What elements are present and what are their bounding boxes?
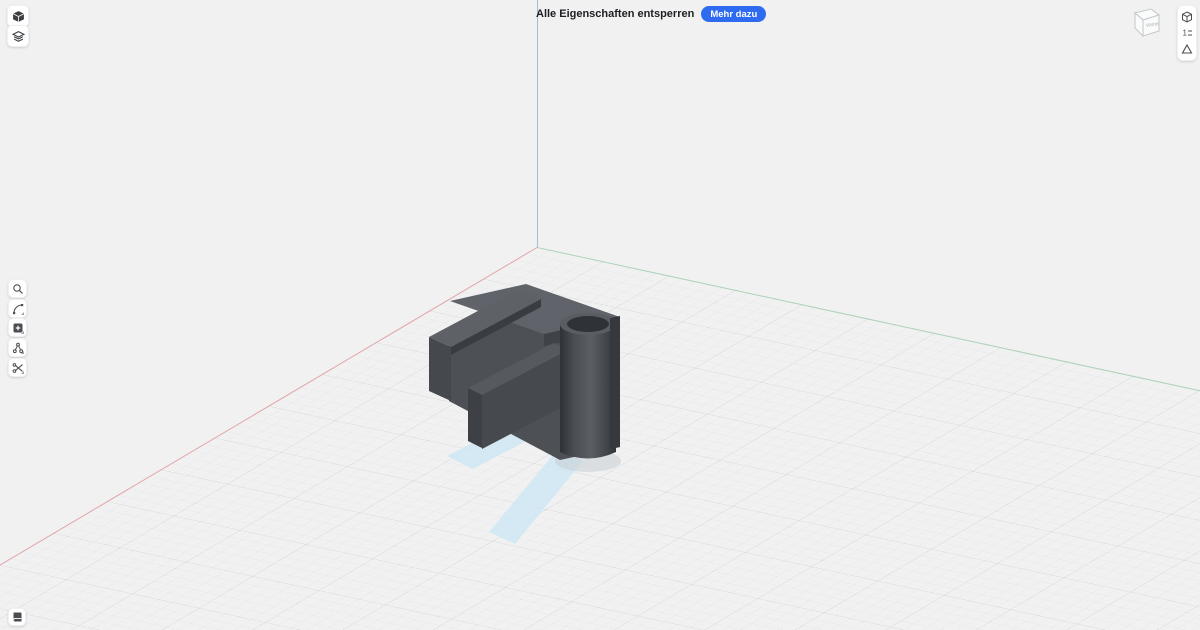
- split-tool-button[interactable]: [8, 358, 27, 377]
- cad-viewport-window: { "topbar": { "notice": "Alle Eigenschaf…: [0, 0, 1200, 630]
- layers-icon: [11, 30, 25, 42]
- submenu-caret-icon: [21, 312, 24, 315]
- submenu-caret-icon: [21, 331, 24, 334]
- submenu-caret-icon: [21, 351, 24, 354]
- app-menu-button[interactable]: [7, 5, 29, 27]
- model-viewport[interactable]: [0, 0, 1200, 630]
- submenu-caret-icon: [21, 371, 24, 374]
- hierarchy-tool-button[interactable]: [8, 338, 27, 357]
- more-info-button[interactable]: Mehr dazu: [701, 6, 767, 22]
- notice-text: Alle Eigenschaften entsperren: [536, 8, 695, 20]
- measure-tool-button[interactable]: [1180, 42, 1194, 56]
- steps-list-icon: 1: [1183, 29, 1192, 38]
- svg-text:1: 1: [1183, 29, 1188, 38]
- zoom-tool-button[interactable]: [8, 279, 27, 298]
- measure-triangle-icon: [1181, 43, 1193, 54]
- view-orientation-cube[interactable]: Vorne: [1118, 3, 1166, 47]
- solid-cube-icon: [12, 10, 24, 22]
- sketch-arc-button[interactable]: [8, 299, 27, 318]
- layers-button[interactable]: [7, 25, 29, 47]
- orbit-cube-icon: [1182, 11, 1192, 23]
- property-notice-bar: Alle Eigenschaften entsperren Mehr dazu: [536, 6, 767, 22]
- right-toolbar: 1: [1177, 5, 1197, 61]
- history-steps-button[interactable]: 1: [1180, 26, 1194, 40]
- orbit-tool-button[interactable]: [1180, 10, 1194, 24]
- manual-book-icon: [13, 612, 22, 622]
- manual-button[interactable]: [8, 608, 26, 626]
- add-body-button[interactable]: [8, 318, 27, 337]
- zoom-icon: [12, 283, 23, 294]
- model-body[interactable]: [429, 284, 620, 460]
